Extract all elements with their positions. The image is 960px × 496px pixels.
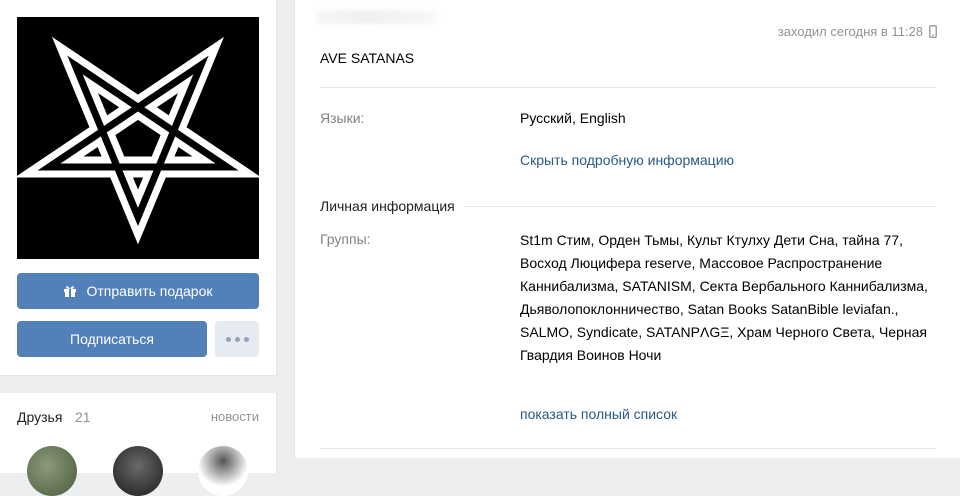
send-gift-button[interactable]: Отправить подарок bbox=[17, 273, 259, 309]
subscribe-button[interactable]: Подписаться bbox=[17, 321, 207, 357]
profile-info-card: заходил сегодня в 11:28 AVE SATANAS Язык… bbox=[294, 0, 960, 458]
friends-title[interactable]: Друзья bbox=[17, 409, 62, 425]
friend-avatar[interactable] bbox=[198, 446, 248, 496]
profile-name-blurred bbox=[317, 10, 437, 24]
languages-value: Русский, English bbox=[520, 110, 626, 126]
online-status: заходил сегодня в 11:28 bbox=[778, 24, 937, 39]
profile-avatar[interactable] bbox=[17, 17, 259, 259]
divider bbox=[320, 87, 936, 88]
groups-list[interactable]: St1m Стим, Орден Тьмы, Культ Ктулху Дети… bbox=[520, 229, 930, 367]
languages-label: Языки: bbox=[320, 110, 365, 126]
friends-count: 21 bbox=[75, 409, 91, 425]
groups-label: Группы: bbox=[320, 231, 371, 247]
more-actions-button[interactable] bbox=[215, 321, 259, 357]
send-gift-label: Отправить подарок bbox=[86, 283, 213, 299]
friend-avatar[interactable] bbox=[113, 446, 163, 496]
personal-info-heading: Личная информация bbox=[320, 198, 465, 214]
friends-news-link[interactable]: новости bbox=[211, 409, 259, 424]
last-seen-text: заходил сегодня в 11:28 bbox=[777, 24, 923, 39]
subscribe-label: Подписаться bbox=[70, 331, 154, 347]
friend-avatar[interactable] bbox=[27, 446, 77, 496]
pentagram-icon bbox=[17, 17, 259, 259]
profile-sidebar-card: Отправить подарок Подписаться bbox=[0, 0, 277, 376]
hide-details-link[interactable]: Скрыть подробную информацию bbox=[520, 152, 734, 168]
more-dots-icon bbox=[224, 336, 251, 342]
mobile-phone-icon bbox=[929, 25, 937, 38]
divider bbox=[320, 448, 936, 449]
gift-icon bbox=[63, 284, 77, 298]
show-full-list-link[interactable]: показать полный список bbox=[520, 406, 677, 422]
friends-block: Друзья 21 новости bbox=[0, 393, 277, 496]
profile-status: AVE SATANAS bbox=[320, 50, 415, 66]
